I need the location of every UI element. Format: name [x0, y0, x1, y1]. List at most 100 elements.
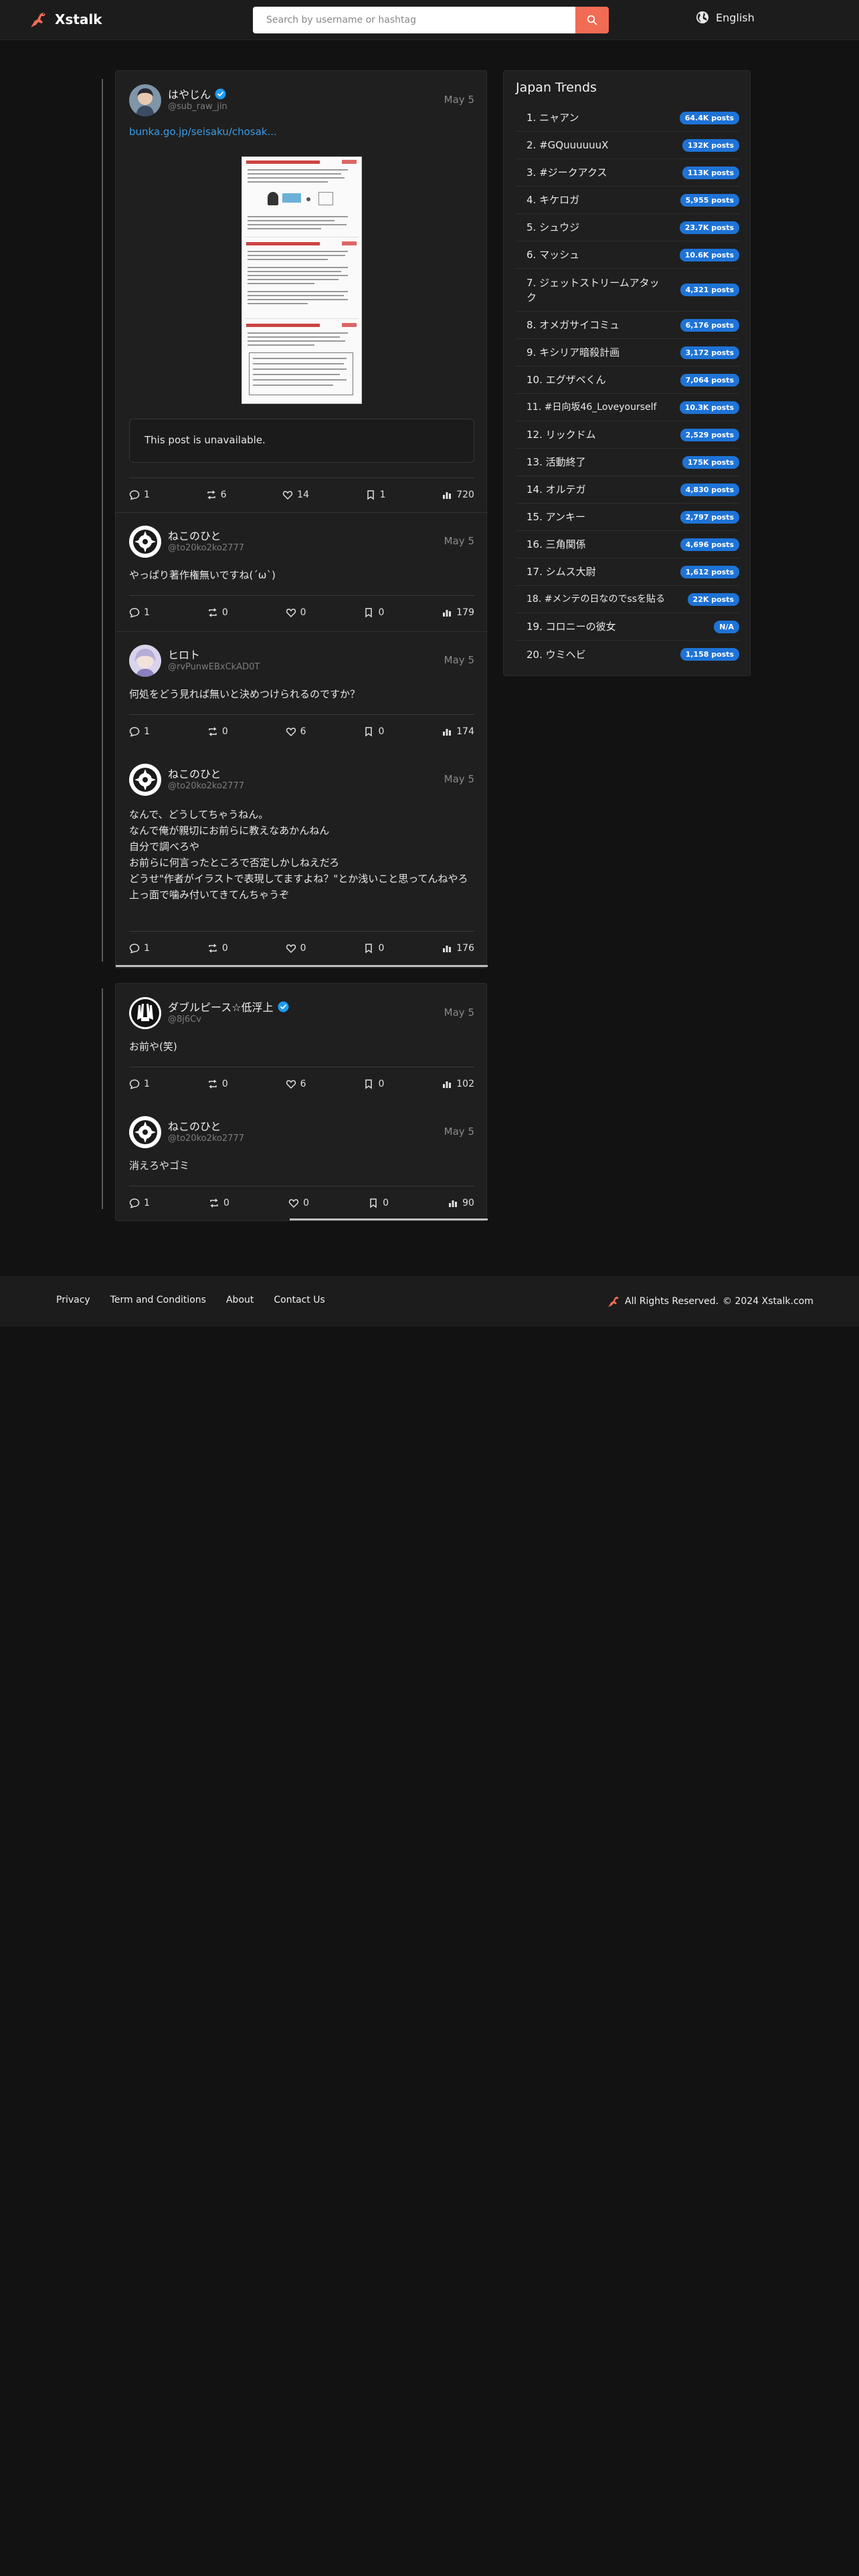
search-icon — [587, 15, 597, 25]
repost-button[interactable]: 0 — [209, 1198, 229, 1208]
language-label: English — [716, 11, 755, 24]
repost-button[interactable]: 0 — [207, 607, 228, 618]
post-username[interactable]: ダブルピース☆低浮上 — [168, 998, 289, 1014]
avatar[interactable] — [129, 645, 161, 677]
post-actions: 1 0 6 0 174 — [129, 725, 474, 738]
bookmark-button[interactable]: 0 — [368, 1198, 389, 1208]
post-actions: 1 6 14 1 720 — [129, 488, 474, 502]
like-button[interactable]: 0 — [286, 943, 306, 954]
repost-button[interactable]: 0 — [207, 943, 228, 954]
trend-item[interactable]: 7. ジェットストリームアタック 4,321 posts — [516, 269, 739, 312]
post-date: May 5 — [444, 654, 474, 666]
heart-icon — [286, 609, 296, 618]
avatar[interactable] — [129, 764, 161, 796]
footer-link-terms[interactable]: Term and Conditions — [110, 1295, 206, 1305]
crest-avatar-icon — [129, 1116, 161, 1148]
post-text: お前や(笑) — [129, 1041, 177, 1053]
trend-item[interactable]: 11. #日向坂46_Loveyourself 10.3K posts — [516, 394, 739, 421]
post-handle[interactable]: @to20ko2ko2777 — [168, 1134, 244, 1144]
post-count-badge: 2,797 posts — [680, 510, 739, 524]
post-username[interactable]: ねこのひと — [168, 1117, 221, 1134]
post-username[interactable]: ねこのひと — [168, 765, 221, 781]
trend-item[interactable]: 15. アンキー 2,797 posts — [516, 504, 739, 531]
bookmark-button[interactable]: 0 — [363, 607, 384, 618]
search-input[interactable] — [253, 7, 575, 33]
trend-item[interactable]: 6. マッシュ 10.6K posts — [516, 241, 739, 269]
trend-item[interactable]: 5. シュウジ 23.7K posts — [516, 214, 739, 241]
repost-icon — [209, 727, 217, 736]
trend-item[interactable]: 13. 活動終了 175K posts — [516, 449, 739, 476]
avatar[interactable] — [129, 84, 161, 116]
repost-button[interactable]: 0 — [207, 726, 228, 737]
trend-item[interactable]: 19. コロニーの彼女 N/A — [516, 613, 739, 641]
post-username[interactable]: ねこのひと — [168, 527, 221, 543]
post-handle[interactable]: @to20ko2ko2777 — [168, 781, 244, 791]
post-count-badge: 7,064 posts — [680, 373, 739, 387]
language-selector[interactable]: English — [696, 11, 755, 24]
footer-link-about[interactable]: About — [226, 1295, 254, 1305]
trend-item[interactable]: 17. シムス大尉 1,612 posts — [516, 558, 739, 586]
repost-button[interactable]: 6 — [206, 490, 227, 500]
trend-item[interactable]: 4. キケロガ 5,955 posts — [516, 187, 739, 214]
like-button[interactable]: 0 — [288, 1198, 309, 1208]
avatar[interactable] — [129, 997, 161, 1029]
verified-badge-icon — [278, 1001, 289, 1012]
like-button[interactable]: 6 — [286, 1079, 306, 1089]
search-button[interactable] — [575, 7, 609, 33]
anime-avatar-icon — [129, 645, 161, 677]
reply-button[interactable]: 1 — [129, 1198, 150, 1208]
trend-item[interactable]: 12. リックドム 2,529 posts — [516, 421, 739, 449]
like-button[interactable]: 14 — [282, 490, 309, 500]
trend-item[interactable]: 8. オメガサイコミュ 6,176 posts — [516, 312, 739, 339]
trend-item[interactable]: 16. 三角関係 4,696 posts — [516, 531, 739, 558]
post-count-badge: 5,955 posts — [680, 193, 739, 207]
bookmark-button[interactable]: 0 — [363, 943, 384, 954]
reply-button[interactable]: 1 — [129, 490, 150, 500]
heart-icon — [283, 491, 293, 500]
post-count-badge: 23.7K posts — [679, 221, 739, 234]
footer-link-contact[interactable]: Contact Us — [274, 1295, 324, 1305]
reply-button[interactable]: 1 — [129, 726, 150, 737]
reply-button[interactable]: 1 — [129, 943, 150, 954]
post-username[interactable]: ヒロト — [168, 646, 200, 662]
post-link[interactable]: bunka.go.jp/seisaku/chosak... — [129, 126, 277, 138]
like-button[interactable]: 0 — [286, 607, 306, 618]
post-date: May 5 — [444, 1006, 474, 1018]
trend-item[interactable]: 18. #メンテの日なのでssを貼る 22K posts — [516, 586, 739, 613]
post: ねこのひと @to20ko2ko2777 May 5 やっぱり著作権無いですね(… — [116, 512, 488, 631]
reply-button[interactable]: 1 — [129, 1079, 150, 1089]
repost-button[interactable]: 0 — [207, 1079, 228, 1089]
trend-item[interactable]: 3. #ジークアクス 113K posts — [516, 159, 739, 187]
avatar[interactable] — [129, 526, 161, 558]
like-button[interactable]: 6 — [286, 726, 306, 737]
post-actions: 1 0 0 0 179 — [129, 606, 474, 619]
bookmark-button[interactable]: 0 — [363, 726, 384, 737]
reply-button[interactable]: 1 — [129, 607, 150, 618]
bookmark-button[interactable]: 0 — [363, 1079, 384, 1089]
repost-icon — [210, 1198, 218, 1208]
post-handle[interactable]: @8j6Cv — [168, 1014, 201, 1025]
trend-item[interactable]: 2. #GQuuuuuuX 132K posts — [516, 132, 739, 159]
trend-item[interactable]: 1. ニャアン 64.4K posts — [516, 104, 739, 132]
post-handle[interactable]: @to20ko2ko2777 — [168, 543, 244, 553]
avatar[interactable] — [129, 1116, 161, 1148]
views-count: 90 — [448, 1198, 474, 1208]
trend-item[interactable]: 10. エグザベくん 7,064 posts — [516, 366, 739, 394]
views-count: 174 — [442, 726, 474, 737]
post-handle[interactable]: @rvPunwEBxCkAD0T — [168, 662, 260, 672]
bar-chart-icon — [443, 1081, 452, 1088]
footer-link-privacy[interactable]: Privacy — [56, 1295, 90, 1305]
footer: Privacy Term and Conditions About Contac… — [0, 1276, 859, 1327]
post-handle[interactable]: @sub_raw_jin — [168, 102, 227, 112]
post-image[interactable] — [242, 156, 362, 404]
trend-item[interactable]: 20. ウミヘビ 1,158 posts — [516, 641, 739, 668]
site-logo[interactable]: Xstalk — [28, 10, 102, 29]
bookmark-button[interactable]: 1 — [365, 490, 386, 500]
trend-item[interactable]: 9. キシリア暗殺計画 3,172 posts — [516, 339, 739, 366]
trend-item[interactable]: 14. オルテガ 4,830 posts — [516, 476, 739, 504]
post-text: なんで、どうしてちゃうねん。 なんで俺が親切にお前らに教えなあかんねん 自分で調… — [129, 809, 468, 901]
post-date: May 5 — [444, 535, 474, 547]
post: ダブルピース☆低浮上 @8j6Cv May 5 お前や(笑) 1 0 6 0 1… — [116, 984, 488, 1103]
trends-panel: Japan Trends 1. ニャアン 64.4K posts 2. #GQuu… — [503, 70, 751, 676]
post-username[interactable]: はやじん — [168, 86, 226, 102]
